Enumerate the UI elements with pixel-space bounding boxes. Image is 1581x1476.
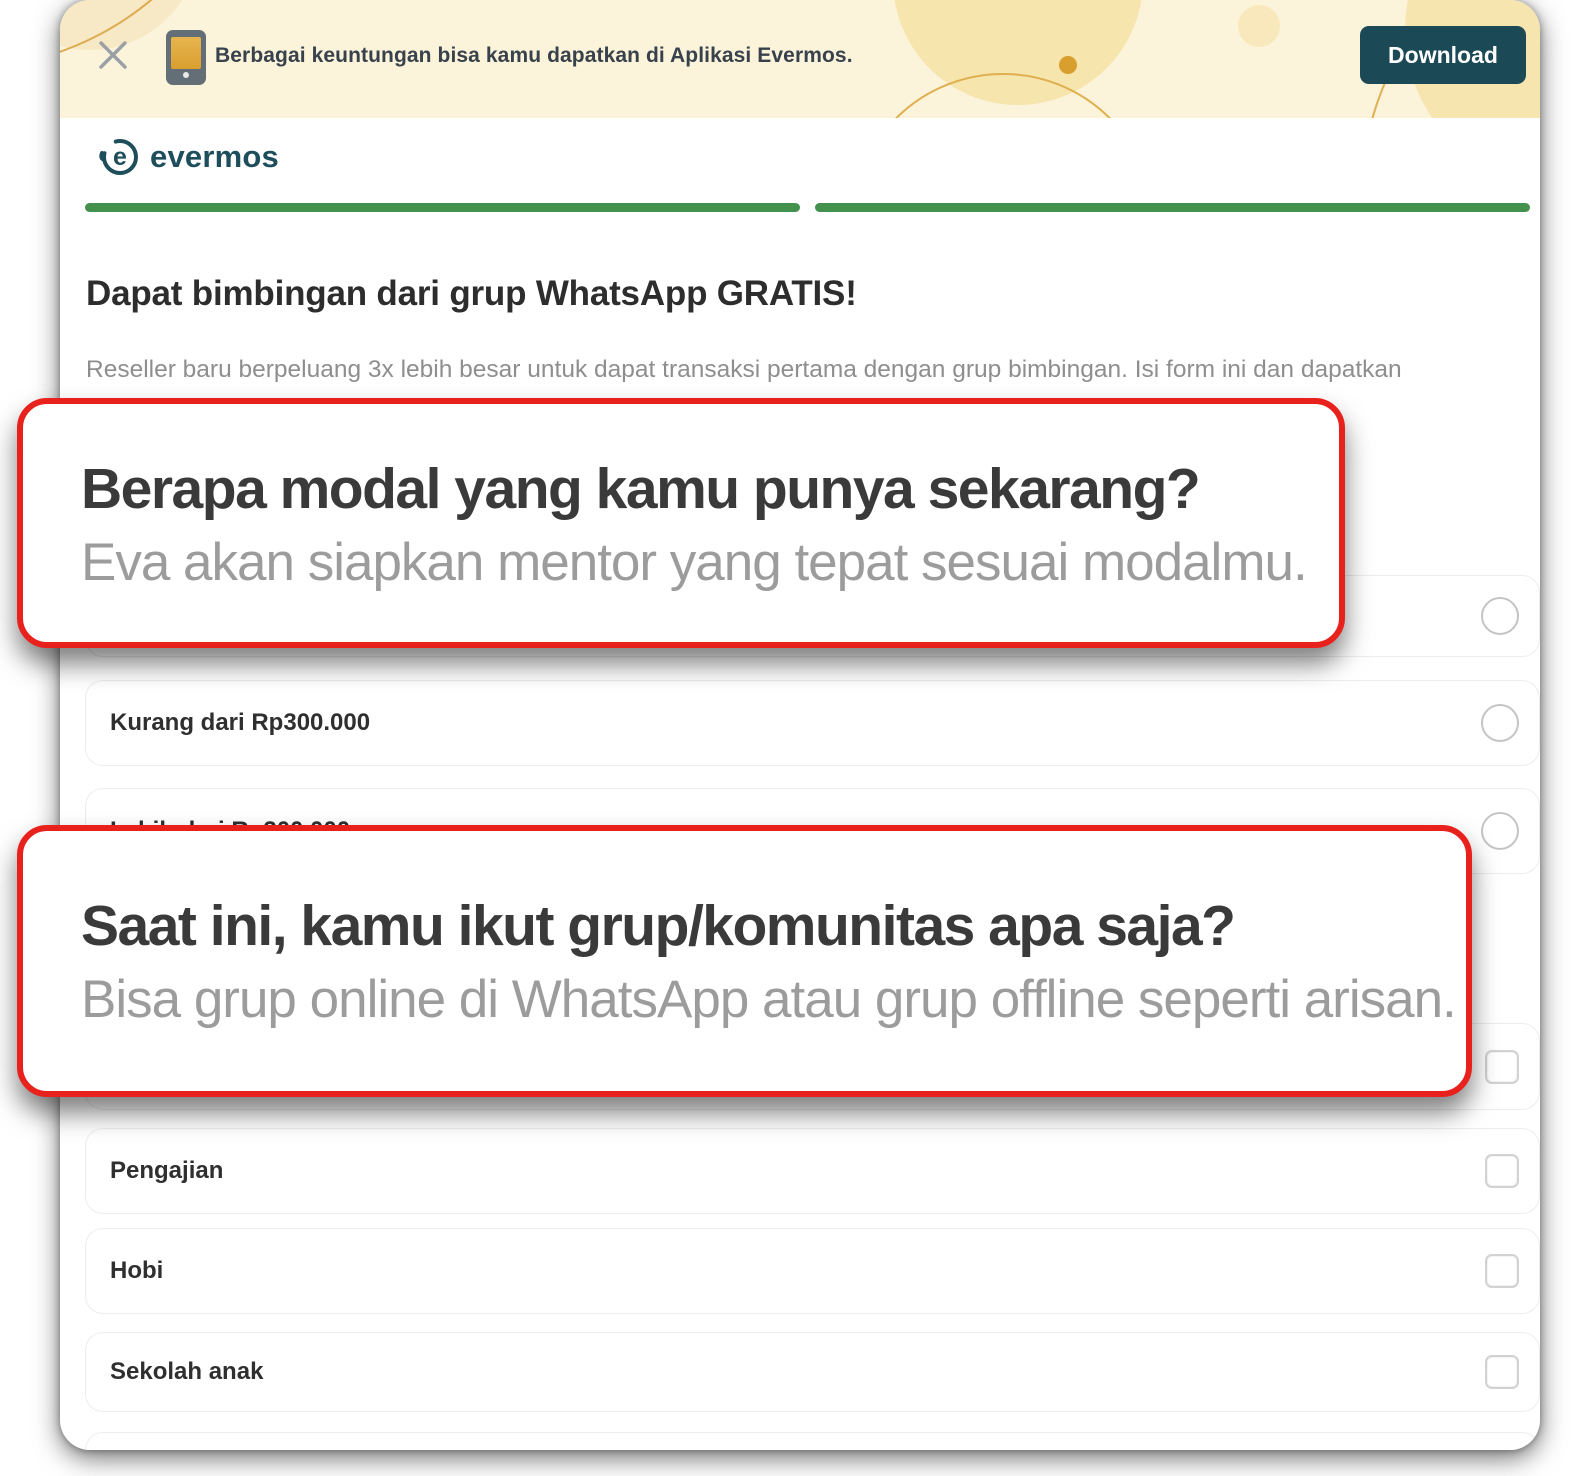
checkbox-option-card[interactable]: Sekolah anak bbox=[85, 1332, 1540, 1412]
radio-icon[interactable] bbox=[1481, 704, 1519, 742]
callout-question-title: Saat ini, kamu ikut grup/komunitas apa s… bbox=[81, 893, 1466, 959]
mobile-phone-icon bbox=[166, 30, 206, 85]
callout-question-subtitle: Eva akan siapkan mentor yang tepat sesua… bbox=[81, 532, 1339, 593]
checkbox-icon[interactable] bbox=[1485, 1254, 1519, 1288]
checkbox-option-card[interactable] bbox=[85, 1432, 1540, 1450]
checkbox-option-label: Hobi bbox=[110, 1257, 163, 1285]
evermos-logo-mark-icon: e bbox=[98, 134, 140, 180]
radio-option-label: Kurang dari Rp300.000 bbox=[110, 709, 370, 737]
radio-icon[interactable] bbox=[1481, 812, 1519, 850]
zoom-callout-community-question: Saat ini, kamu ikut grup/komunitas apa s… bbox=[17, 825, 1472, 1097]
banner-message: Berbagai keuntungan bisa kamu dapatkan d… bbox=[215, 44, 853, 68]
decor-circle bbox=[1238, 5, 1280, 47]
checkbox-icon[interactable] bbox=[1485, 1050, 1519, 1084]
svg-text:e: e bbox=[113, 143, 127, 171]
progress-segment-2 bbox=[815, 203, 1530, 212]
checkbox-icon[interactable] bbox=[1485, 1154, 1519, 1188]
evermos-logo: e evermos bbox=[98, 134, 279, 180]
radio-option-card[interactable]: Kurang dari Rp300.000 bbox=[85, 680, 1540, 766]
progress-segment-1 bbox=[85, 203, 800, 212]
callout-question-title: Berapa modal yang kamu punya sekarang? bbox=[81, 456, 1339, 522]
zoom-callout-capital-question: Berapa modal yang kamu punya sekarang? E… bbox=[17, 398, 1345, 648]
decor-ring bbox=[851, 73, 1155, 118]
app-download-banner: Berbagai keuntungan bisa kamu dapatkan d… bbox=[60, 0, 1540, 118]
phone-home-button bbox=[183, 72, 189, 78]
checkbox-option-label: Pengajian bbox=[110, 1157, 223, 1185]
screen: Berbagai keuntungan bisa kamu dapatkan d… bbox=[0, 0, 1581, 1476]
checkbox-icon[interactable] bbox=[1485, 1355, 1519, 1389]
evermos-logo-text: evermos bbox=[150, 139, 279, 175]
evermos-form-page: Berbagai keuntungan bisa kamu dapatkan d… bbox=[60, 0, 1540, 1450]
close-icon[interactable] bbox=[96, 38, 130, 72]
checkbox-option-label: Sekolah anak bbox=[110, 1358, 263, 1386]
checkbox-option-card[interactable]: Pengajian bbox=[85, 1128, 1540, 1214]
callout-question-subtitle: Bisa grup online di WhatsApp atau grup o… bbox=[81, 969, 1466, 1030]
download-button[interactable]: Download bbox=[1360, 26, 1526, 84]
decor-dot bbox=[1059, 56, 1077, 74]
radio-icon[interactable] bbox=[1481, 597, 1519, 635]
phone-screen bbox=[171, 37, 201, 69]
checkbox-option-card[interactable]: Hobi bbox=[85, 1228, 1540, 1314]
form-title: Dapat bimbingan dari grup WhatsApp GRATI… bbox=[86, 274, 857, 314]
